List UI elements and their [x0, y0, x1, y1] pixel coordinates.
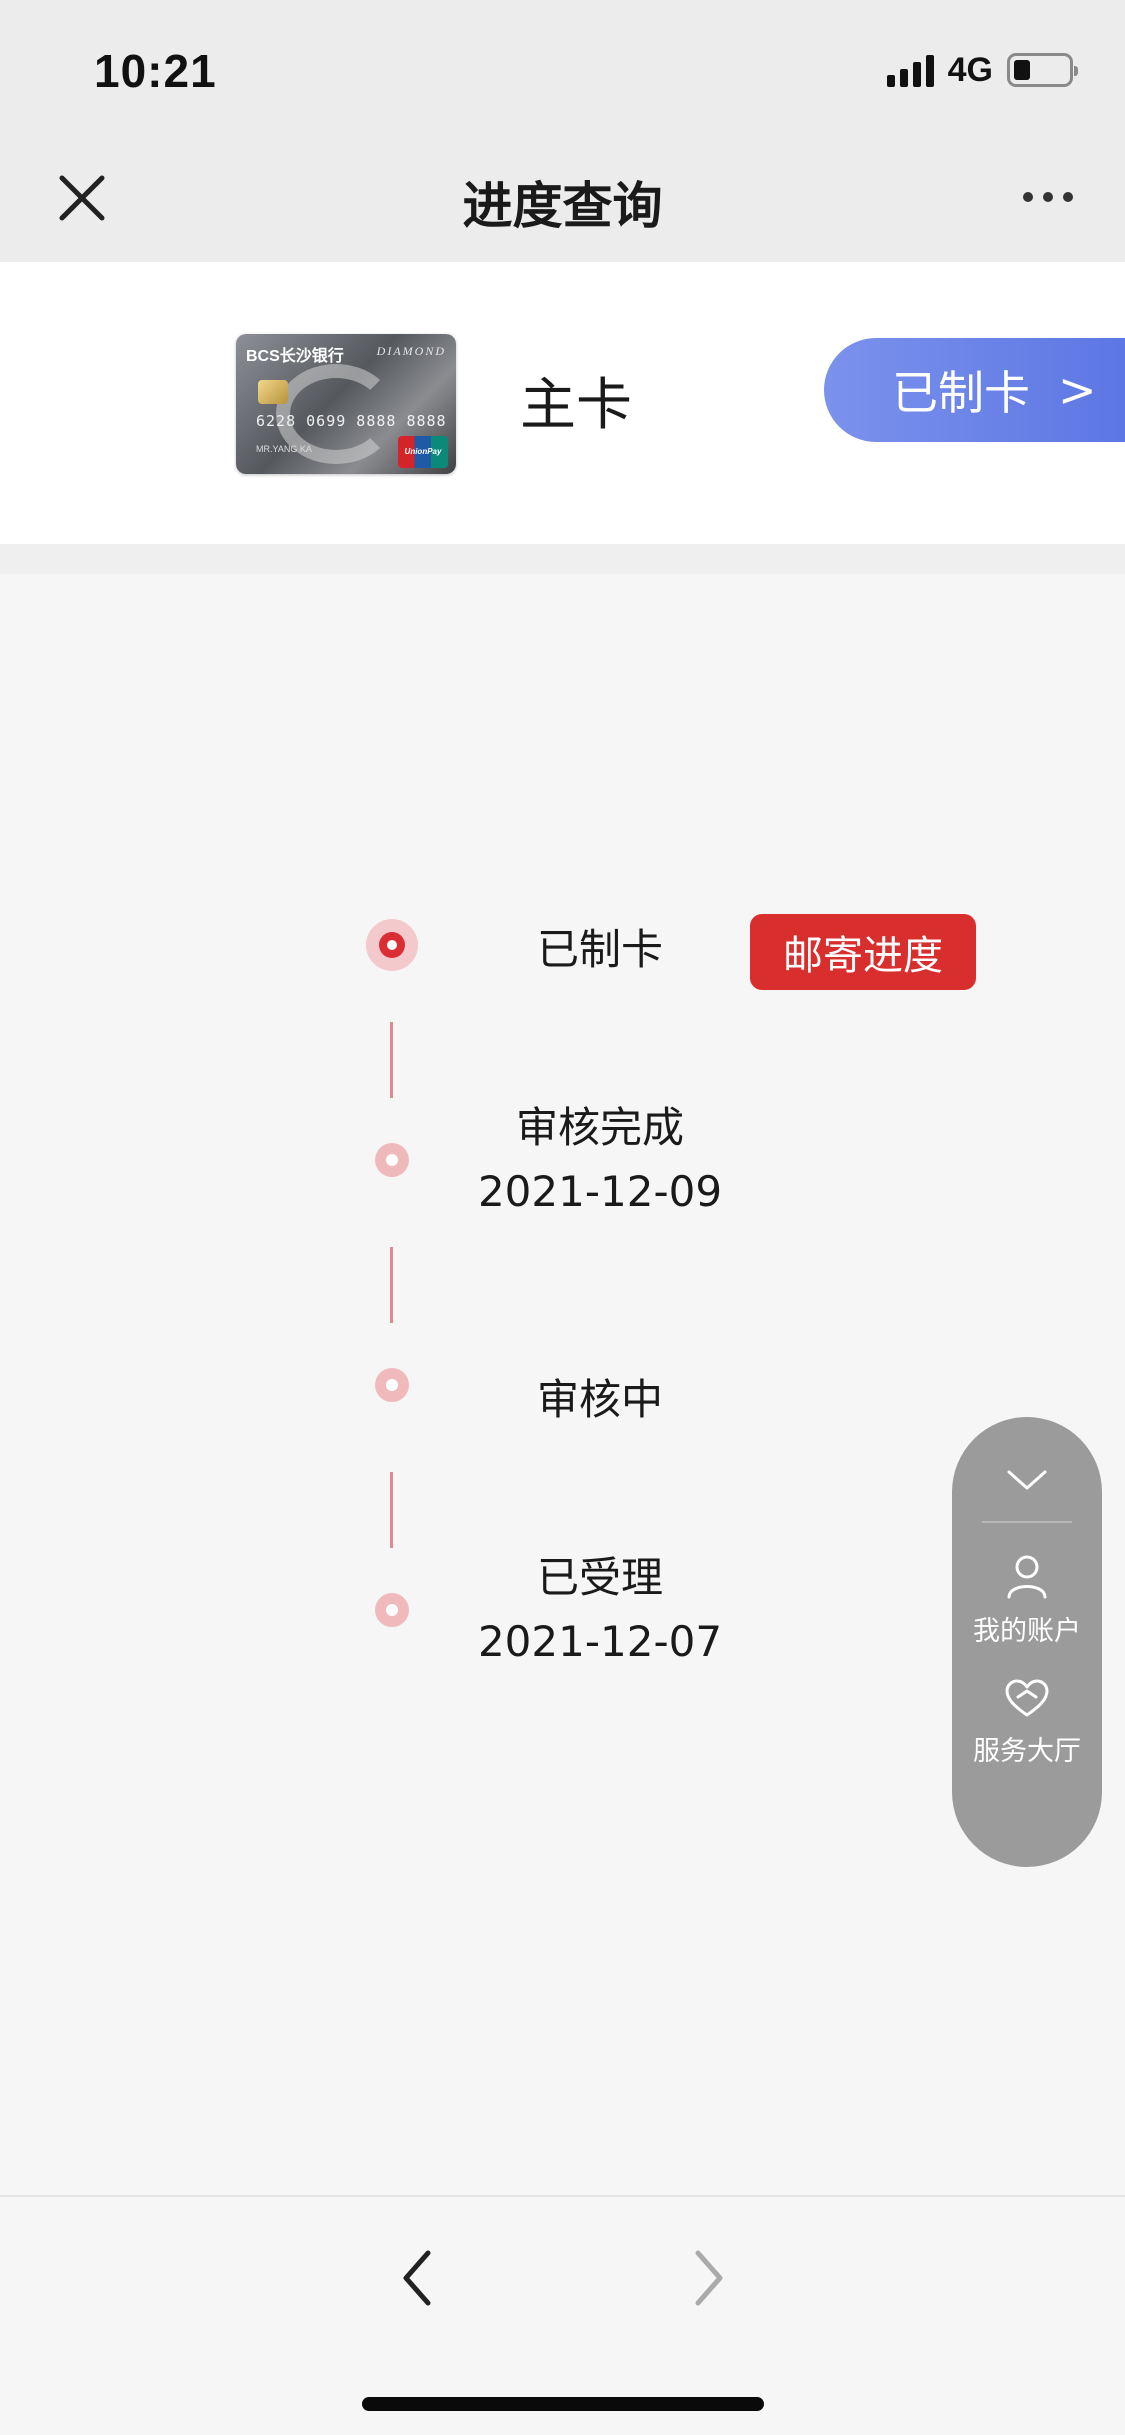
back-button[interactable]	[396, 2247, 440, 2309]
step-title: 已制卡	[536, 925, 663, 974]
floating-service-panel: 我的账户 服务大厅	[952, 1417, 1102, 1867]
timeline-connector	[390, 1472, 393, 1548]
chevron-left-icon	[403, 2250, 431, 2306]
chevron-down-icon	[1007, 1470, 1047, 1490]
service-hall-label: 服务大厅	[973, 1736, 1081, 1767]
collapse-button[interactable]	[952, 1467, 1102, 1517]
timeline-connector	[390, 1022, 393, 1098]
timeline-dot	[375, 1593, 409, 1627]
panel-divider	[982, 1521, 1072, 1523]
timeline-dot	[375, 1143, 409, 1177]
step-title: 已受理	[536, 1553, 663, 1602]
service-hall-button[interactable]: 服务大厅	[952, 1679, 1102, 1768]
person-icon	[1007, 1555, 1047, 1599]
step-date: 2021-12-09	[477, 1167, 723, 1216]
timeline-dot	[375, 1368, 409, 1402]
forward-button[interactable]	[686, 2247, 730, 2309]
my-account-button[interactable]: 我的账户	[952, 1553, 1102, 1648]
mail-progress-button[interactable]: 邮寄进度	[750, 914, 976, 990]
timeline-dot-active	[366, 919, 418, 971]
bottom-toolbar	[0, 2195, 1125, 2435]
home-indicator[interactable]	[362, 2397, 764, 2411]
my-account-label: 我的账户	[973, 1616, 1081, 1647]
step-title: 审核完成	[515, 1103, 684, 1152]
step-date: 2021-12-07	[477, 1617, 723, 1666]
chevron-right-icon	[695, 2250, 723, 2306]
heart-icon	[1005, 1679, 1049, 1717]
step-title: 审核中	[536, 1375, 663, 1424]
timeline-connector	[390, 1247, 393, 1323]
